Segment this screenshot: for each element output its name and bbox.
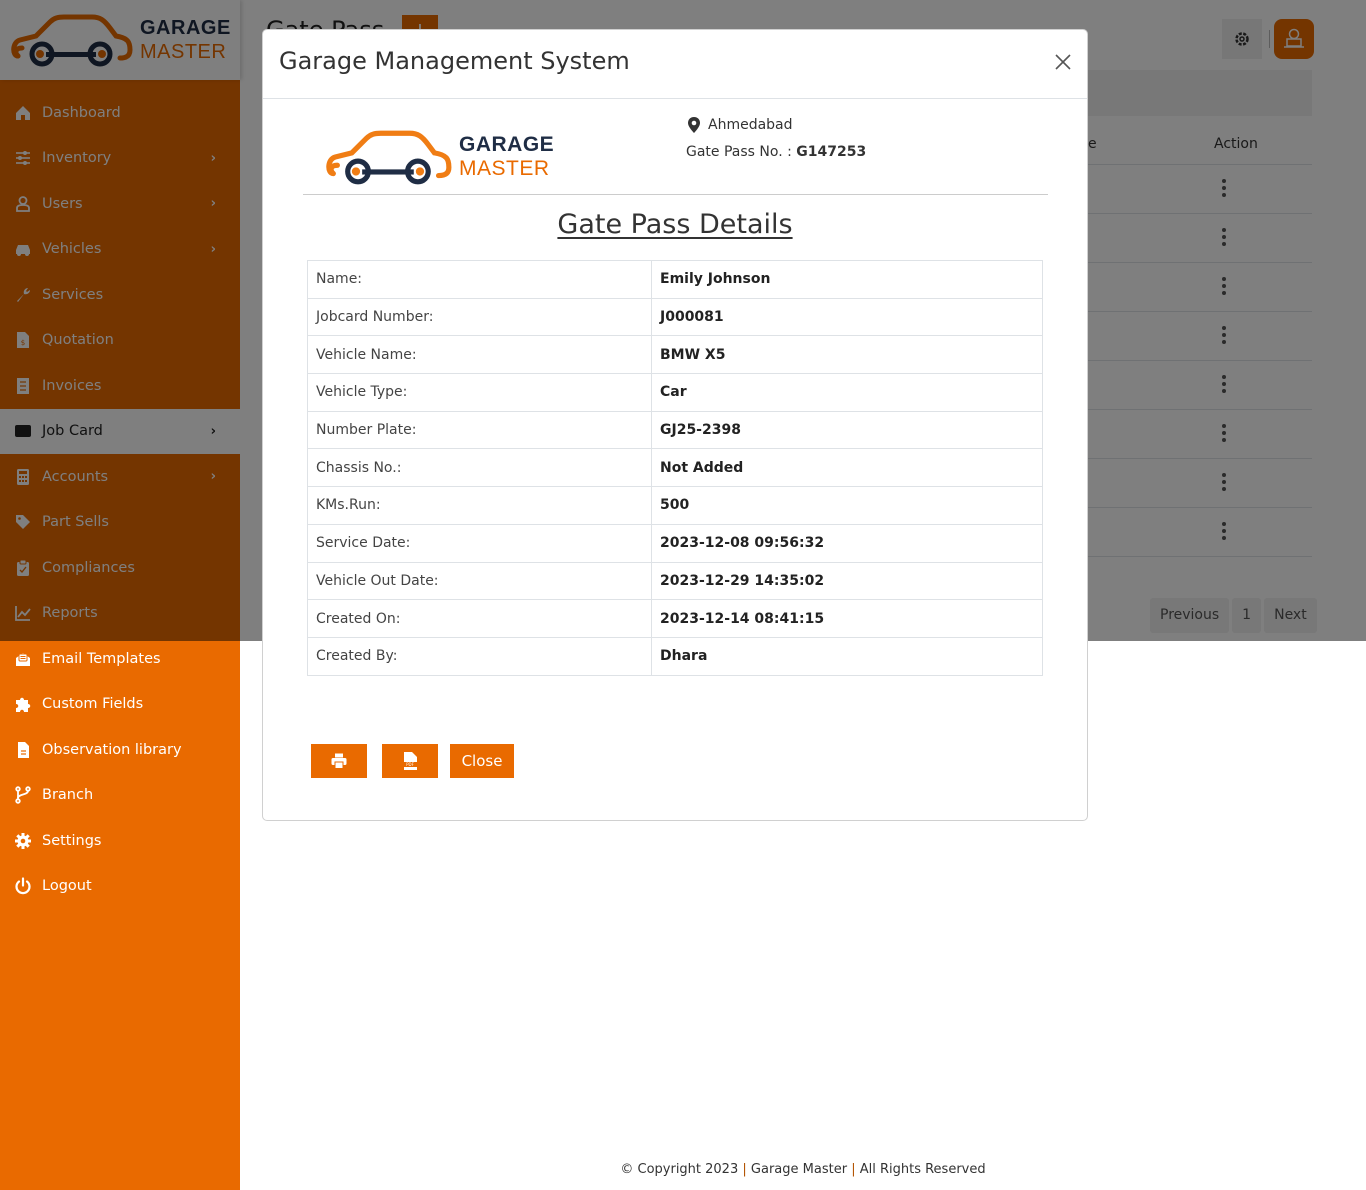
detail-value: 2023-12-29 14:35:02 (651, 561, 1043, 601)
modal-title: Garage Management System (279, 47, 630, 75)
gate-pass-info: Ahmedabad Gate Pass No. : G147253 (686, 114, 866, 160)
modal-close-button[interactable] (1051, 50, 1075, 74)
detail-row: Vehicle Name: BMW X5 (307, 335, 1043, 375)
detail-value: BMW X5 (651, 335, 1043, 375)
puzzle-icon (14, 695, 32, 713)
file-icon (14, 741, 32, 759)
sidebar-item-branch[interactable]: Branch (0, 773, 240, 819)
sidebar-item-label: Custom Fields (42, 696, 144, 713)
print-icon (331, 753, 347, 769)
detail-row: Vehicle Out Date: 2023-12-29 14:35:02 (307, 561, 1043, 601)
download-pdf-button[interactable]: PDF (382, 744, 438, 778)
detail-row: Vehicle Type: Car (307, 373, 1043, 412)
footer-copyright: © Copyright 2023 (620, 1162, 739, 1177)
sidebar-item-label: Logout (42, 878, 92, 895)
svg-text:PDF: PDF (406, 762, 414, 767)
detail-label: Vehicle Name: (307, 335, 652, 375)
detail-value: J000081 (651, 297, 1043, 337)
modal-actions: PDF Close (311, 744, 514, 778)
code-branch-icon (14, 786, 32, 804)
detail-value: 500 (651, 486, 1043, 525)
detail-row: Service Date: 2023-12-08 09:56:32 (307, 523, 1043, 563)
detail-label: Service Date: (307, 523, 652, 563)
detail-value: 2023-12-08 09:56:32 (651, 523, 1043, 563)
gate-pass-number: Gate Pass No. : G147253 (686, 144, 866, 160)
sidebar-item-label: Observation library (42, 741, 182, 758)
detail-label: Vehicle Type: (307, 373, 652, 412)
close-button[interactable]: Close (450, 744, 514, 778)
power-icon (14, 877, 32, 895)
detail-label: Created On: (307, 599, 652, 638)
detail-value: Car (651, 373, 1043, 412)
sidebar-item-email-templates[interactable]: Email Templates (0, 636, 240, 682)
location: Ahmedabad (686, 114, 866, 136)
gate-pass-letterhead: GARAGE MASTER Ahmedabad Gate Pass No. : … (303, 110, 1048, 195)
brand-line-2: MASTER (459, 157, 550, 180)
gate-pass-number-label: Gate Pass No. : (686, 144, 792, 160)
detail-row: Created On: 2023-12-14 08:41:15 (307, 599, 1043, 638)
detail-label: Created By: (307, 636, 652, 676)
detail-label: Name: (307, 260, 652, 299)
footer-company: Garage Master (750, 1162, 848, 1177)
file-pdf-icon: PDF (403, 752, 417, 770)
footer-separator: | (742, 1162, 747, 1177)
gate-pass-details-table: Name: Emily Johnson Jobcard Number: J000081… (307, 260, 1043, 676)
close-icon (1055, 54, 1071, 70)
detail-label: Vehicle Out Date: (307, 561, 652, 601)
detail-value: GJ25-2398 (651, 410, 1043, 450)
modal-header: Garage Management System (263, 30, 1087, 99)
sidebar-item-label: Branch (42, 787, 94, 804)
detail-row: Name: Emily Johnson (307, 260, 1043, 299)
gear-icon (14, 832, 32, 850)
detail-row: Created By: Dhara (307, 636, 1043, 676)
detail-row: Jobcard Number: J000081 (307, 297, 1043, 337)
sidebar-item-label: Email Templates (42, 650, 161, 667)
detail-value: Dhara (651, 636, 1043, 676)
sidebar-item-custom-fields[interactable]: Custom Fields (0, 682, 240, 728)
garage-logo-icon (326, 130, 452, 185)
company-name: GARAGE MASTER (459, 133, 554, 181)
sidebar-item-logout[interactable]: Logout (0, 864, 240, 910)
detail-label: Chassis No.: (307, 448, 652, 488)
company-logo: GARAGE MASTER (325, 128, 554, 186)
gate-pass-modal: Garage Management System GARAGE MASTER A… (262, 29, 1088, 821)
detail-value: Not Added (651, 448, 1043, 488)
gate-pass-heading: Gate Pass Details (557, 209, 793, 240)
detail-value: 2023-12-14 08:41:15 (651, 599, 1043, 638)
detail-row: Chassis No.: Not Added (307, 448, 1043, 488)
detail-label: Number Plate: (307, 410, 652, 450)
sidebar-item-settings[interactable]: Settings (0, 818, 240, 864)
footer: © Copyright 2023 | Garage Master | All R… (240, 1162, 1366, 1177)
brand-line-1: GARAGE (459, 133, 555, 156)
footer-rights: All Rights Reserved (859, 1162, 986, 1177)
detail-value: Emily Johnson (651, 260, 1043, 299)
print-button[interactable] (311, 744, 367, 778)
location-text: Ahmedabad (708, 117, 793, 133)
footer-separator: | (851, 1162, 856, 1177)
detail-row: Number Plate: GJ25-2398 (307, 410, 1043, 450)
map-marker-icon (688, 117, 700, 133)
envelope-open-icon (14, 650, 32, 668)
sidebar-item-observation-library[interactable]: Observation library (0, 727, 240, 773)
gate-pass-number-value: G147253 (796, 144, 867, 160)
detail-label: Jobcard Number: (307, 297, 652, 337)
sidebar-item-label: Settings (42, 832, 102, 849)
detail-label: KMs.Run: (307, 486, 652, 525)
detail-row: KMs.Run: 500 (307, 486, 1043, 525)
